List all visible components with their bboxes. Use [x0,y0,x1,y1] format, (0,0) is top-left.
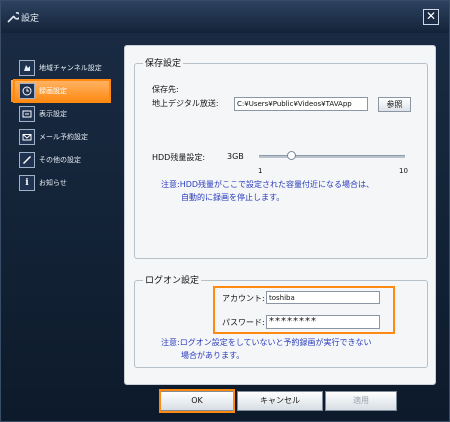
hdd-note-line1: 注意:HDD残量がここで設定された容量付近になる場合は、 [161,180,375,189]
mail-icon [19,129,35,145]
terrestrial-label: 地上デジタル放送: [152,99,219,108]
title-bar: 設定 ✕ [1,1,449,33]
sidebar-item-label: お知らせ [39,179,67,187]
save-to-label: 保存先: [152,85,179,94]
cancel-button[interactable]: キャンセル [237,391,323,411]
logon-note-line1: 注意:ログオン設定をしていないと予約録画が実行できない [161,338,372,347]
display-icon [19,106,35,122]
hdd-slider-track[interactable] [259,155,405,158]
hdd-remaining-value: 3GB [227,152,244,161]
settings-panel: 保存設定 保存先: 地上デジタル放送: C:¥Users¥Public¥Vide… [124,45,436,385]
close-icon: ✕ [425,9,437,23]
logon-fields-highlight [213,286,395,334]
sidebar-item-region-channel[interactable]: 地域チャンネル設定 [11,57,111,79]
info-icon: i [19,175,35,191]
sidebar-selection-highlight [13,79,111,103]
sidebar-item-label: メール予約設定 [39,133,88,141]
sidebar-item-other-settings[interactable]: その他の設定 [11,149,111,171]
map-icon [19,60,35,76]
sidebar-item-label: その他の設定 [39,156,81,164]
sidebar-item-mail-reservation[interactable]: メール予約設定 [11,126,111,148]
logon-note-line2: 場合があります。 [181,351,245,360]
storage-group-title: 保存設定 [143,56,184,69]
settings-window: 設定 ✕ 地域チャンネル設定 録画設定 表示設定 メール予約設定 その他の設定 … [0,0,450,422]
apply-button[interactable]: 適用 [325,391,397,411]
logon-group-title: ログオン設定 [143,273,202,286]
sidebar-item-display[interactable]: 表示設定 [11,103,111,125]
sidebar-item-label: 地域チャンネル設定 [39,64,102,72]
slider-min-label: 1 [258,167,263,175]
dialog-button-bar: OK キャンセル 適用 [125,389,435,413]
hdd-slider-thumb[interactable] [287,151,297,160]
sidebar: 地域チャンネル設定 録画設定 表示設定 メール予約設定 その他の設定 i お知ら… [11,57,111,195]
browse-button[interactable]: 参照 [378,97,411,112]
hdd-remaining-label: HDD残量設定: [152,153,206,162]
tool-icon [19,152,35,168]
close-button[interactable]: ✕ [423,9,439,25]
storage-settings-group: 保存設定 保存先: 地上デジタル放送: C:¥Users¥Public¥Vide… [134,56,428,259]
save-path-field[interactable]: C:¥Users¥Public¥Videos¥TAVApp [234,97,368,111]
sidebar-item-label: 表示設定 [39,110,67,118]
wrench-icon [7,11,21,23]
hdd-note-line2: 自動的に録画を停止します。 [181,193,285,202]
window-title: 設定 [21,14,40,24]
sidebar-item-notices[interactable]: i お知らせ [11,172,111,194]
slider-max-label: 10 [399,167,408,175]
ok-button-highlight [159,389,235,413]
